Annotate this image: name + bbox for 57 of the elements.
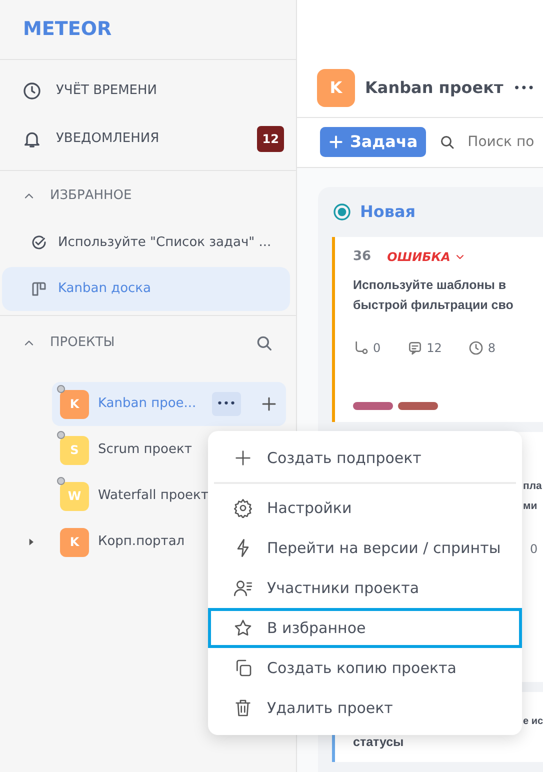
project-avatar: K	[60, 528, 89, 556]
project-avatar: S	[60, 436, 89, 464]
sidebar-nav-item[interactable]: УВЕДОМЛЕНИЯ 12	[0, 115, 296, 163]
project-link[interactable]: Scrum проект	[98, 440, 192, 460]
add-task-button[interactable]: Задача	[320, 127, 426, 158]
search-field[interactable]: Поиск по	[468, 132, 543, 153]
task-title: статусы	[353, 734, 405, 751]
column-title: Новая	[360, 201, 416, 223]
task-title: е ис	[522, 715, 543, 729]
menu-item[interactable]: В избранное	[208, 608, 522, 648]
project-link[interactable]: Корп.портал	[98, 532, 185, 552]
nav-label: УЧЁТ ВРЕМЕНИ	[56, 81, 158, 100]
project-title: Kanban проект	[365, 77, 504, 100]
section-title: ПРОЕКТЫ	[50, 334, 115, 352]
notification-count-badge: 12	[257, 126, 284, 152]
more-button[interactable]: •••	[513, 79, 535, 98]
star-icon	[233, 618, 253, 638]
task-title: быстрой фильтрации сво	[353, 296, 514, 314]
favorite-item[interactable]: Используйте "Список задач" ...	[2, 221, 290, 265]
menu-item[interactable]: Настройки	[208, 488, 522, 528]
menu-item[interactable]: Удалить проект	[208, 688, 522, 728]
menu-item[interactable]: Создать подпроект	[208, 438, 522, 478]
task-number: 36	[353, 248, 372, 266]
menu-item[interactable]: Участники проекта	[208, 568, 522, 608]
task-title: Используйте шаблоны в	[353, 276, 508, 294]
plus-icon	[233, 448, 253, 468]
sidebar-nav-item[interactable]: УЧЁТ ВРЕМЕНИ	[0, 67, 296, 115]
check-circle-icon	[30, 234, 48, 252]
clock-icon	[22, 81, 42, 101]
trash-icon	[233, 698, 253, 718]
task-type-dropdown[interactable]: ОШИБКА	[387, 248, 466, 266]
nav-label: УВЕДОМЛЕНИЯ	[56, 130, 160, 148]
project-avatar: W	[60, 482, 89, 510]
more-button[interactable]: •••	[212, 392, 241, 416]
task-title: ми	[523, 499, 538, 514]
project-link[interactable]: Waterfall проект	[98, 486, 208, 506]
stat-count: 0	[373, 340, 381, 356]
menu-item[interactable]: Перейти на версии / спринты	[208, 528, 522, 568]
plus-icon[interactable]	[260, 395, 278, 413]
project-avatar: K	[60, 390, 89, 418]
task-card[interactable]: 36 ОШИБКА Используйте шаблоны в быстрой фильтрации сво 0 12 8	[332, 237, 543, 422]
clock-icon	[468, 340, 484, 356]
stat-count: 0	[530, 542, 538, 556]
board-icon	[30, 280, 48, 298]
stat-count: 8	[488, 340, 496, 356]
project-avatar: K	[317, 69, 355, 108]
plus-icon	[328, 134, 344, 150]
task-title: пла	[523, 479, 543, 494]
stat-count: 12	[426, 340, 442, 356]
menu-item[interactable]: Создать копию проекта	[208, 648, 522, 688]
settings-icon	[233, 498, 253, 518]
status-circle-icon	[332, 202, 352, 222]
app-logo: METEOR	[0, 0, 296, 60]
people-icon	[233, 578, 253, 598]
section-title: ИЗБРАННОЕ	[50, 187, 132, 206]
comment-icon	[406, 340, 423, 356]
subtask-icon	[353, 340, 369, 356]
